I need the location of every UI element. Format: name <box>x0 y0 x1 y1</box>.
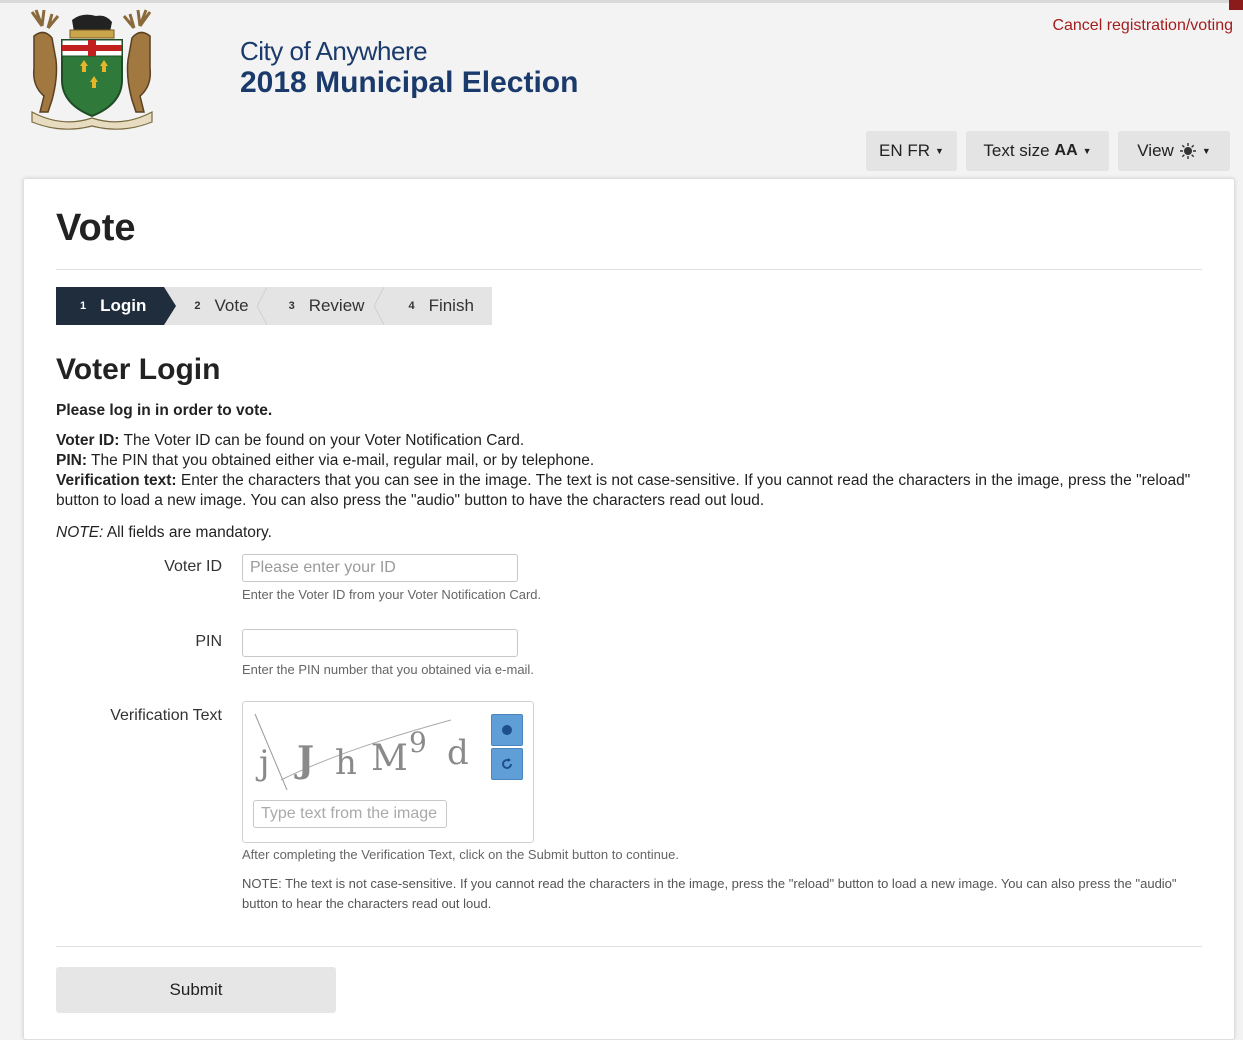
audio-icon <box>502 725 512 735</box>
step-label: Vote <box>214 296 249 315</box>
coat-of-arms-logo <box>30 9 153 130</box>
election-title: 2018 Municipal Election <box>240 66 579 99</box>
sun-icon <box>1179 143 1196 159</box>
text-size-button[interactable]: Text size AA ▼ <box>966 131 1109 171</box>
view-button[interactable]: View ▼ <box>1118 131 1230 171</box>
step-label: Finish <box>428 296 474 315</box>
submit-button[interactable]: Submit <box>56 967 336 1013</box>
captcha-char: d <box>447 733 469 773</box>
main-card: Vote 1 Login 2 Vote 3 Review 4 Finish Vo… <box>23 178 1235 1040</box>
cancel-registration-link[interactable]: Cancel registration/voting <box>1052 17 1233 35</box>
captcha-box: j J h M 9 d <box>242 701 534 843</box>
note-label: NOTE: <box>56 524 104 541</box>
pin-desc: The PIN that you obtained either via e-m… <box>87 452 595 469</box>
captcha-char: 9 <box>409 726 427 759</box>
top-border <box>0 0 1243 3</box>
voterid-help: Enter the Voter ID from your Voter Notif… <box>242 587 542 602</box>
step-login: 1 Login <box>56 287 177 325</box>
voterid-input[interactable] <box>242 554 518 582</box>
page-title: Vote <box>56 207 136 249</box>
step-number: 3 <box>288 300 295 312</box>
voterid-term: Voter ID: <box>56 432 120 449</box>
city-name: City of Anywhere <box>240 36 428 66</box>
divider <box>56 946 1202 947</box>
verification-label: Verification Text <box>110 707 222 724</box>
reload-icon <box>502 758 512 769</box>
login-intro: Please log in in order to vote. <box>56 402 273 419</box>
progress-steps: 1 Login 2 Vote 3 Review 4 Finish <box>56 287 492 325</box>
step-finish: 4 Finish <box>384 287 491 325</box>
language-button[interactable]: EN FR ▼ <box>866 131 957 171</box>
captcha-char: J <box>294 739 314 781</box>
caret-down-icon: ▼ <box>1082 146 1092 156</box>
mandatory-note: NOTE: All fields are mandatory. <box>56 523 272 543</box>
verification-term: Verification text: <box>56 472 177 489</box>
captcha-audio-button[interactable] <box>491 714 523 746</box>
font-size-icon: AA <box>1054 142 1078 159</box>
captcha-image: j J h M 9 d <box>254 713 469 790</box>
text-size-label: Text size <box>983 141 1050 160</box>
pin-help: Enter the PIN number that you obtained v… <box>242 662 534 677</box>
step-label: Login <box>100 296 147 315</box>
captcha-char: M <box>371 738 408 779</box>
verification-desc: Enter the characters that you can see in… <box>56 472 1191 509</box>
pin-term: PIN: <box>56 452 87 469</box>
language-button-label: EN FR <box>879 141 931 160</box>
step-label: Review <box>308 296 365 315</box>
login-instructions: Voter ID: The Voter ID can be found on y… <box>56 431 1196 511</box>
voterid-label: Voter ID <box>164 558 222 575</box>
divider <box>56 269 1202 270</box>
verification-note: NOTE: The text is not case-sensitive. If… <box>242 876 1177 911</box>
verification-help: After completing the Verification Text, … <box>242 847 679 862</box>
corner-accent <box>1229 0 1243 10</box>
view-label: View <box>1137 141 1174 160</box>
step-number: 2 <box>194 300 201 312</box>
note-text: All fields are mandatory. <box>103 524 272 541</box>
captcha-char: j <box>255 743 270 783</box>
pin-input[interactable] <box>242 629 518 657</box>
pin-label: PIN <box>195 633 222 650</box>
step-review: 3 Review <box>267 287 385 325</box>
step-vote: 2 Vote <box>164 287 267 325</box>
captcha-reload-button[interactable] <box>491 748 523 780</box>
step-number: 1 <box>80 300 87 312</box>
caret-down-icon: ▼ <box>935 146 944 156</box>
step-number: 4 <box>408 300 415 312</box>
voter-login-heading: Voter Login <box>56 353 221 386</box>
captcha-char: h <box>335 743 357 783</box>
captcha-input[interactable] <box>253 800 447 828</box>
caret-down-icon: ▼ <box>1201 146 1211 156</box>
voterid-desc: The Voter ID can be found on your Voter … <box>119 432 525 449</box>
